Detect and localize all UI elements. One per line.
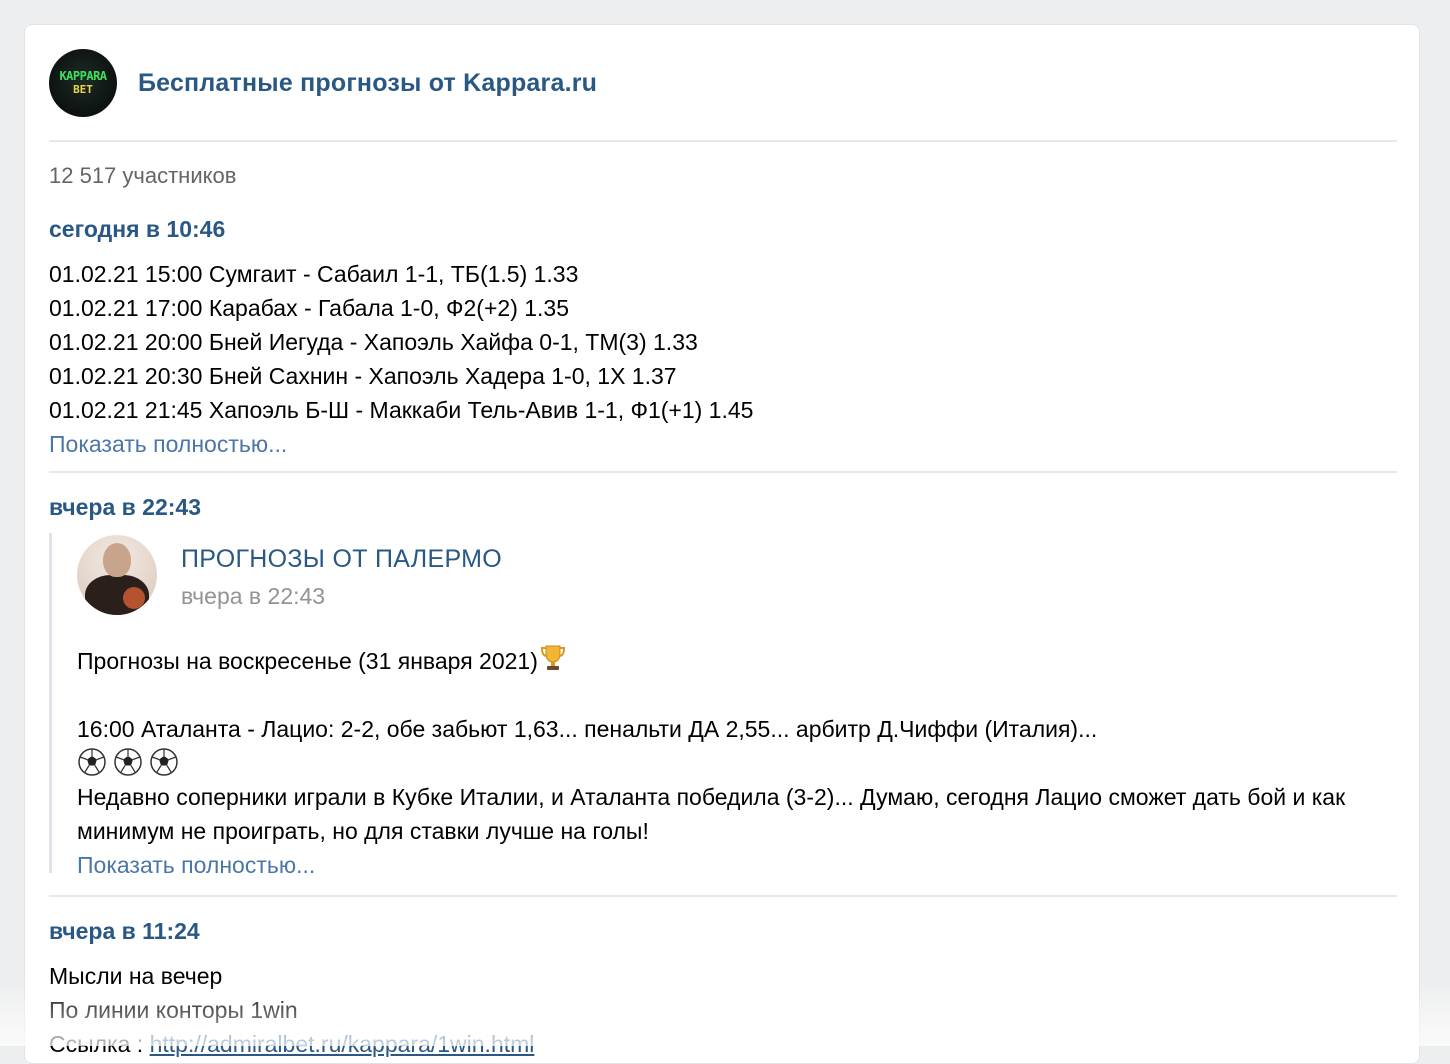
show-more-link[interactable]: Показать полностью...	[49, 427, 753, 461]
avatar-ball	[123, 587, 145, 609]
divider	[49, 140, 1397, 142]
divider	[49, 895, 1397, 897]
soccer-ball-icon	[78, 748, 106, 776]
logo-text-bottom: BET	[73, 83, 93, 96]
member-count: 12 517 участников	[49, 163, 237, 188]
post-time[interactable]: вчера в 11:24	[49, 918, 200, 945]
divider	[49, 471, 1397, 473]
repost-text: Прогнозы на воскресенье (31 января 2021)…	[77, 643, 1387, 882]
post-line: 01.02.21 17:00 Карабах - Габала 1-0, Ф2(…	[49, 295, 570, 321]
post-link-line: Ссылка : http://admiralbet.ru/kappara/1w…	[49, 1027, 534, 1061]
repost-match-line: 16:00 Аталанта - Лацио: 2-2, обе забьют …	[77, 716, 1098, 742]
ball-icons-row	[77, 746, 1387, 780]
post-line: 01.02.21 21:45 Хапоэль Б-Ш - Маккаби Тел…	[49, 397, 754, 423]
repost-headline: Прогнозы на воскресенье (31 января 2021)	[77, 648, 538, 674]
soccer-ball-icon	[150, 748, 178, 776]
post-line: По линии конторы 1win	[49, 997, 298, 1023]
trophy-icon	[540, 645, 565, 670]
post-time[interactable]: вчера в 22:43	[49, 494, 201, 521]
post-text: 01.02.21 15:00 Сумгаит - Сабаил 1-1, ТБ(…	[49, 257, 753, 461]
repost-author-avatar[interactable]	[77, 535, 157, 615]
show-more-link[interactable]: Показать полностью...	[77, 848, 1387, 882]
post-line: Мысли на вечер	[49, 963, 223, 989]
avatar-face	[103, 543, 131, 577]
channel-avatar[interactable]: KAPPARA BET	[49, 49, 117, 117]
repost-time[interactable]: вчера в 22:43	[181, 583, 325, 610]
soccer-ball-icon	[114, 748, 142, 776]
channel-header: KAPPARA BET Бесплатные прогнозы от Kappa…	[49, 49, 597, 117]
repost-body: Недавно соперники играли в Кубке Италии,…	[77, 784, 1346, 844]
post-line: 01.02.21 20:00 Бней Иегуда - Хапоэль Хай…	[49, 329, 698, 355]
repost-block: ПРОГНОЗЫ ОТ ПАЛЕРМО вчера в 22:43 Прогно…	[49, 533, 1400, 878]
channel-card: KAPPARA BET Бесплатные прогнозы от Kappa…	[24, 24, 1420, 1064]
post-line: 01.02.21 20:30 Бней Сахнин - Хапоэль Хад…	[49, 363, 677, 389]
channel-title[interactable]: Бесплатные прогнозы от Kappara.ru	[138, 69, 597, 98]
external-link[interactable]: http://admiralbet.ru/kappara/1win.html	[150, 1031, 535, 1057]
logo-text-top: KAPPARA	[59, 69, 107, 83]
repost-headline-row: Прогнозы на воскресенье (31 января 2021)	[77, 643, 1387, 678]
post-line: 01.02.21 15:00 Сумгаит - Сабаил 1-1, ТБ(…	[49, 261, 579, 287]
link-prefix: Ссылка :	[49, 1031, 150, 1057]
post-time[interactable]: сегодня в 10:46	[49, 216, 225, 243]
repost-author-name[interactable]: ПРОГНОЗЫ ОТ ПАЛЕРМО	[181, 545, 502, 574]
